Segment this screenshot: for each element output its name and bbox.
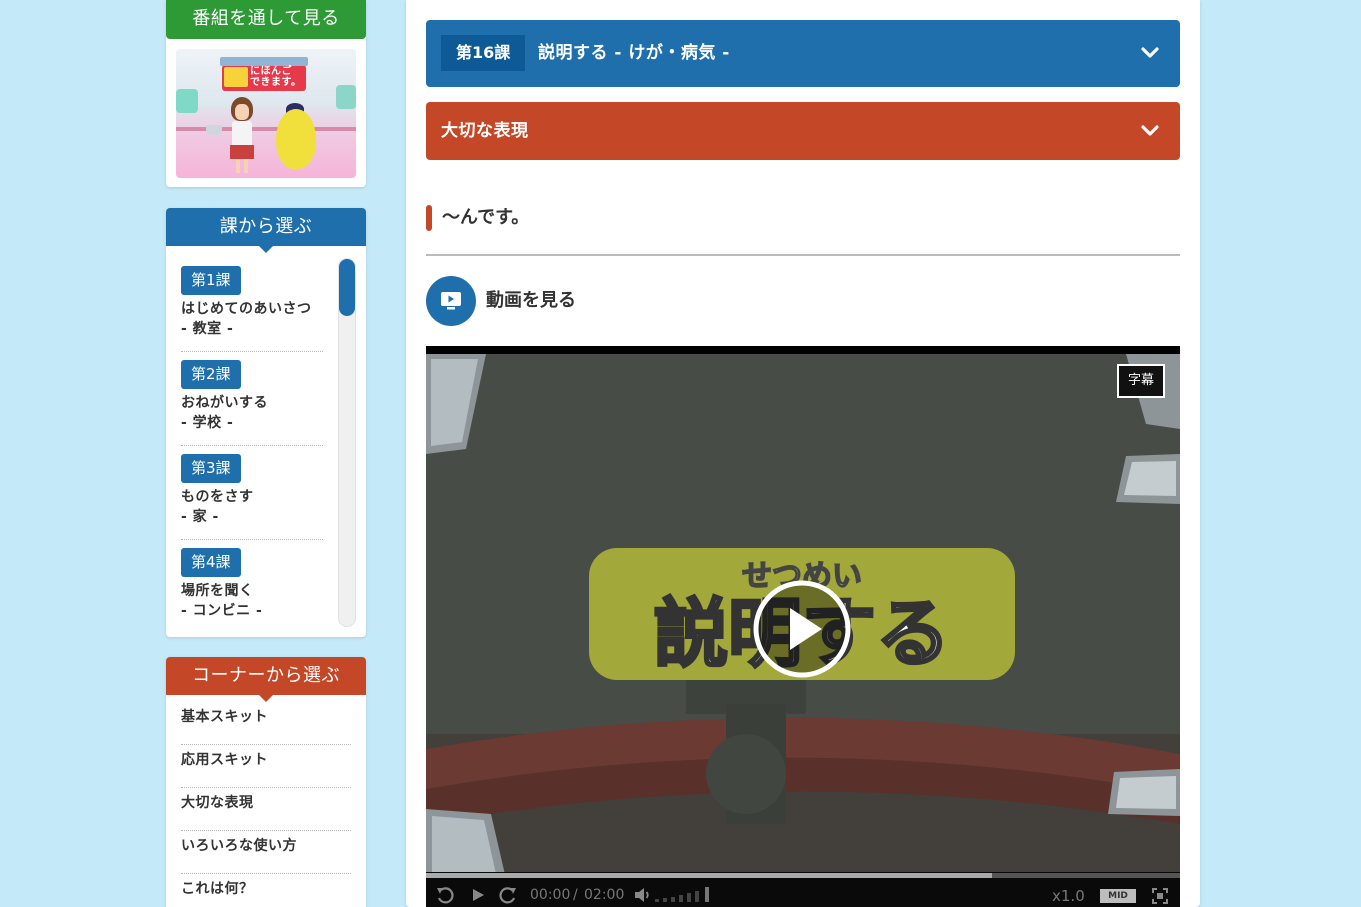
corner-heading-label: コーナーから選ぶ [192, 665, 340, 686]
divider [426, 254, 1180, 256]
lesson-accordion[interactable]: 第16課 説明する - けが・病気 - [426, 20, 1180, 87]
forward-icon[interactable] [498, 885, 518, 905]
main-content: 第16課 説明する - けが・病気 - 大切な表現 〜んです。 動画を見る せつ… [406, 0, 1200, 907]
expression-accordion-title: 大切な表現 [441, 121, 529, 141]
fullscreen-icon[interactable] [1152, 888, 1168, 904]
lesson-scrollbar[interactable] [338, 258, 356, 627]
subtitle-button[interactable]: 字幕 [1117, 364, 1165, 398]
lesson-title: ものをさす [181, 489, 254, 505]
lesson-tag: 第16課 [441, 35, 526, 71]
lesson-title: おねがいする [181, 395, 268, 411]
time-separator: / [573, 887, 578, 903]
video-player[interactable]: せつめい 説明する 字幕 00:00 / 02:00 [426, 346, 1180, 907]
quality-button[interactable]: MID [1100, 889, 1136, 903]
current-time: 00:00 [530, 887, 571, 903]
watch-video-label: 動画を見る [486, 290, 576, 311]
lesson-panel: 課から選ぶ 第1課 はじめてのあいさつ - 教室 - 第2課 おねがいする - … [166, 208, 366, 637]
corner-item-basic-skit[interactable]: 基本スキット [181, 702, 351, 745]
lesson-item[interactable]: 第4課 場所を聞く - コンビニ - [181, 540, 323, 628]
lesson-subtitle: - コンビニ - [181, 603, 263, 619]
corner-item-important-expression[interactable]: 大切な表現 [181, 788, 351, 831]
lesson-scrollbar-thumb[interactable] [339, 259, 355, 316]
lesson-subtitle: - 教室 - [181, 321, 234, 337]
corner-item-applied-skit[interactable]: 応用スキット [181, 745, 351, 788]
corner-panel: コーナーから選ぶ 基本スキット 応用スキット 大切な表現 いろいろな使い方 これ… [166, 657, 366, 907]
video-progress-buffered [426, 873, 992, 878]
sidebar: 番組を通して見る にほんご できます。 課から選ぶ 第1課 はじめてのあいさつ … [166, 0, 366, 907]
lesson-item[interactable]: 第1課 はじめてのあいさつ - 教室 - [181, 258, 323, 352]
phrase-marker [426, 205, 432, 231]
lesson-subtitle: - 学校 - [181, 415, 234, 431]
play-icon[interactable] [470, 887, 486, 903]
lesson-title: はじめてのあいさつ [181, 301, 312, 317]
lesson-number: 第4課 [181, 548, 241, 577]
lesson-number: 第1課 [181, 266, 241, 295]
phrase-text: 〜んです。 [442, 207, 530, 228]
lesson-heading-label: 課から選ぶ [219, 216, 313, 237]
lesson-item[interactable]: 第2課 おねがいする - 学校 - [181, 352, 323, 446]
lesson-list: 第1課 はじめてのあいさつ - 教室 - 第2課 おねがいする - 学校 - 第… [181, 258, 323, 628]
thumbnail-logo: にほんご できます。 [250, 66, 302, 88]
corner-list: 基本スキット 応用スキット 大切な表現 いろいろな使い方 これは何？ [181, 702, 351, 907]
program-thumbnail[interactable]: にほんご できます。 [176, 49, 356, 178]
lesson-heading: 課から選ぶ [166, 208, 366, 253]
lesson-title: 場所を聞く [181, 583, 254, 599]
video-progress-bar[interactable] [426, 873, 1180, 878]
corner-heading: コーナーから選ぶ [166, 657, 366, 702]
duration: 02:00 [584, 887, 625, 903]
chevron-down-icon[interactable] [1141, 122, 1159, 140]
program-panel: 番組を通して見る にほんご できます。 [166, 0, 366, 187]
lesson-item[interactable]: 第3課 ものをさす - 家 - [181, 446, 323, 540]
lesson-number: 第3課 [181, 454, 241, 483]
chevron-down-icon[interactable] [1141, 44, 1159, 62]
expression-accordion[interactable]: 大切な表現 [426, 102, 1180, 160]
volume-icon[interactable] [633, 886, 653, 904]
video-frame: せつめい 説明する [426, 354, 1180, 879]
speed-control[interactable]: x1.0 [1052, 887, 1085, 905]
video-screen[interactable]: せつめい 説明する 字幕 [426, 354, 1180, 879]
program-heading[interactable]: 番組を通して見る [166, 0, 366, 39]
lesson-number: 第2課 [181, 360, 241, 389]
lesson-subtitle: - 家 - [181, 509, 219, 525]
corner-item-what-is-this[interactable]: これは何？ [181, 874, 351, 907]
video-icon [426, 276, 476, 326]
lesson-accordion-title: 説明する - けが・病気 - [538, 43, 730, 63]
volume-slider[interactable] [654, 886, 714, 902]
corner-item-various-usage[interactable]: いろいろな使い方 [181, 831, 351, 874]
rewind-icon[interactable] [435, 885, 455, 905]
